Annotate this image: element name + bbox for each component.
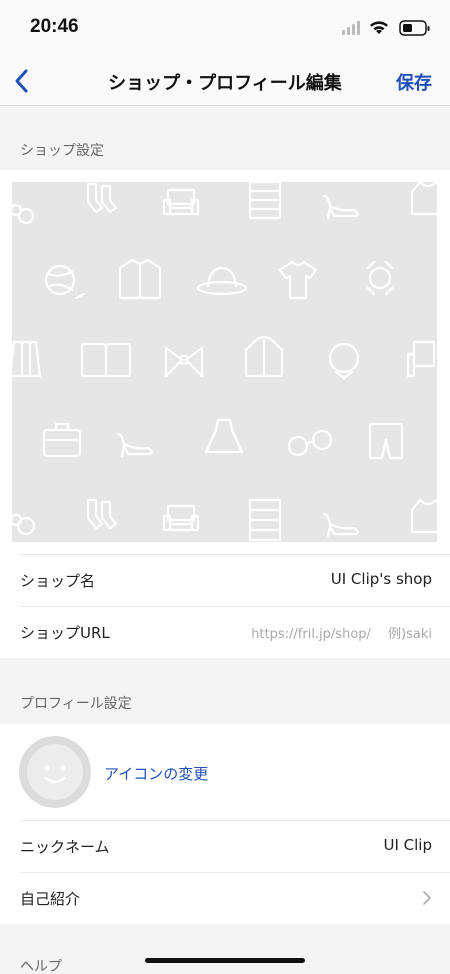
wifi-icon [370, 21, 388, 34]
section-header-shop: ショップ設定 [0, 128, 450, 170]
watch-icon [366, 260, 394, 296]
nickname-field[interactable]: UI Clip [383, 836, 432, 854]
dress-icon [204, 418, 244, 454]
drawer-icon [248, 498, 282, 542]
shop-url-row[interactable]: ショップURL https://fril.jp/shop/ 例)saki [0, 606, 450, 658]
hoodie-icon [410, 498, 437, 534]
socks-icon [86, 182, 118, 214]
shop-name-row[interactable]: ショップ名 UI Clip's shop [0, 554, 450, 606]
jacket-icon [244, 335, 284, 378]
cover-section [0, 170, 450, 554]
bag-icon [12, 513, 36, 536]
briefcase-icon [42, 422, 82, 458]
change-icon-link[interactable]: アイコンの変更 [104, 763, 208, 784]
status-icons [342, 20, 430, 36]
shop-url-label: ショップURL [20, 624, 110, 642]
row-divider [20, 820, 450, 821]
shop-name-field[interactable]: UI Clip's shop [331, 570, 432, 588]
yarn-icon [44, 264, 86, 300]
shop-name-label: ショップ名 [20, 572, 96, 590]
status-time: 20:46 [30, 16, 79, 37]
nickname-label: ニックネーム [20, 838, 110, 856]
hoodie-icon [410, 182, 437, 216]
shirt-icon [118, 258, 162, 300]
self-intro-label: 自己紹介 [20, 890, 81, 908]
hat-icon [196, 266, 248, 296]
cover-image[interactable] [12, 182, 437, 542]
row-divider [20, 872, 450, 873]
page-title: ショップ・プロフィール編集 [108, 73, 342, 94]
status-bar: 20:46 [0, 0, 450, 56]
avatar-row[interactable]: アイコンの変更 [0, 724, 450, 820]
battery-icon [399, 20, 430, 36]
shop-url-field[interactable]: https://fril.jp/shop/ 例)saki [251, 623, 432, 642]
necklace-icon [12, 203, 35, 225]
glasses-icon [287, 429, 333, 457]
self-intro-row[interactable]: 自己紹介 [0, 872, 450, 924]
signal-icon [342, 21, 360, 35]
section-header-profile: プロフィール設定 [0, 680, 450, 724]
shorts-icon [368, 422, 404, 460]
heel-icon [116, 432, 153, 458]
save-button[interactable]: 保存 [396, 69, 432, 95]
row-divider [20, 554, 450, 555]
chevron-right-icon [423, 891, 431, 905]
socks-icon [86, 498, 118, 530]
row-divider [20, 606, 450, 607]
bow-icon [164, 346, 204, 378]
armchair-icon [162, 188, 200, 216]
smiley-avatar-icon[interactable] [19, 736, 91, 808]
nav-bar: ショップ・プロフィール編集 保存 [0, 56, 450, 106]
tshirt-icon [278, 260, 318, 300]
home-indicator [145, 958, 305, 963]
book-icon [80, 342, 132, 378]
heel-icon [322, 194, 359, 220]
drawer-icon [248, 182, 282, 220]
armchair-icon [162, 504, 200, 532]
skirt-icon [12, 340, 42, 378]
cover-pattern [12, 182, 437, 542]
chair-icon [406, 340, 436, 378]
nickname-row[interactable]: ニックネーム UI Clip [0, 820, 450, 872]
heel-icon [322, 512, 359, 538]
section-header-help: ヘルプ [0, 924, 450, 974]
necklace-icon [328, 342, 360, 380]
